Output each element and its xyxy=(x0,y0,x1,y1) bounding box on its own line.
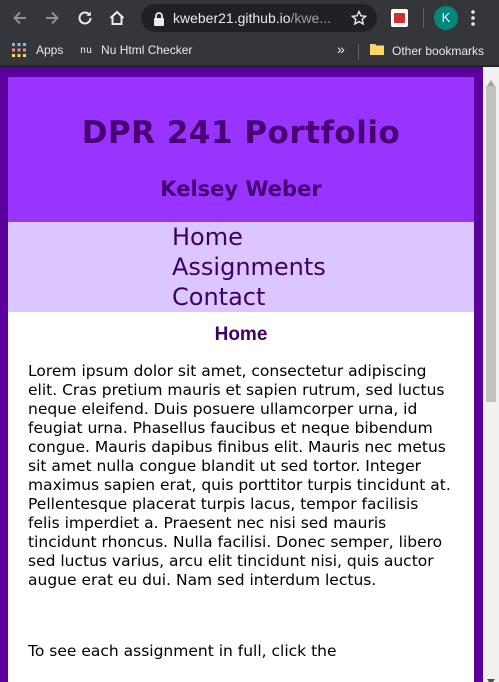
bookmark-apps[interactable]: Apps xyxy=(12,43,63,57)
extension-icon[interactable] xyxy=(391,9,408,27)
apps-label: Apps xyxy=(36,43,64,57)
menu-dots-icon[interactable] xyxy=(470,9,476,31)
main-content: Home Lorem ipsum dolor sit amet, consect… xyxy=(8,312,474,682)
browser-toolbar: kweber21.github.io/kwe... K xyxy=(0,0,499,36)
home-icon[interactable] xyxy=(105,6,129,30)
back-icon[interactable] xyxy=(8,6,32,30)
site-header: DPR 241 Portfolio Kelsey Weber xyxy=(8,77,474,222)
vertical-scrollbar[interactable] xyxy=(483,67,499,682)
bookmarks-overflow-button[interactable]: » xyxy=(337,41,345,57)
nav-link-home[interactable]: Home xyxy=(172,222,474,252)
bookmarks-bar: Apps nu Nu Html Checker » Other bookmark… xyxy=(0,36,499,66)
assignments-paragraph: To see each assignment in full, click th… xyxy=(28,642,337,660)
bookmark-star-icon[interactable] xyxy=(350,9,368,30)
content-heading: Home xyxy=(214,324,268,345)
lock-icon xyxy=(153,11,165,30)
bookmark-nu-html-checker[interactable]: nu Nu Html Checker xyxy=(80,43,192,57)
address-bar[interactable]: kweber21.github.io/kwe... xyxy=(141,4,377,32)
profile-avatar[interactable]: K xyxy=(434,6,458,30)
bookmark-other[interactable]: Other bookmarks xyxy=(370,43,484,58)
scroll-down-arrow-icon[interactable] xyxy=(487,670,495,682)
nav-link-assignments[interactable]: Assignments xyxy=(172,252,474,282)
intro-paragraph: Lorem ipsum dolor sit amet, consectetur … xyxy=(28,362,451,589)
toolbar-divider xyxy=(423,8,424,28)
site-container: DPR 241 Portfolio Kelsey Weber Home Assi… xyxy=(8,77,474,682)
scrollbar-thumb[interactable] xyxy=(486,86,496,402)
other-bookmarks-label: Other bookmarks xyxy=(392,43,485,58)
nu-favicon-icon: nu xyxy=(80,44,93,56)
site-title: DPR 241 Portfolio xyxy=(81,115,401,151)
nav-link-contact[interactable]: Contact xyxy=(172,282,474,312)
page-viewport: DPR 241 Portfolio Kelsey Weber Home Assi… xyxy=(0,67,483,682)
forward-icon[interactable] xyxy=(40,6,64,30)
nu-checker-label: Nu Html Checker xyxy=(101,43,193,57)
folder-icon xyxy=(370,43,384,58)
bookmarks-divider xyxy=(358,44,359,60)
reload-icon[interactable] xyxy=(73,6,97,30)
site-subtitle: Kelsey Weber xyxy=(160,177,322,201)
url-text: kweber21.github.io/kwe... xyxy=(173,10,331,26)
site-nav: Home Assignments Contact xyxy=(8,222,474,312)
apps-grid-icon xyxy=(12,43,26,57)
